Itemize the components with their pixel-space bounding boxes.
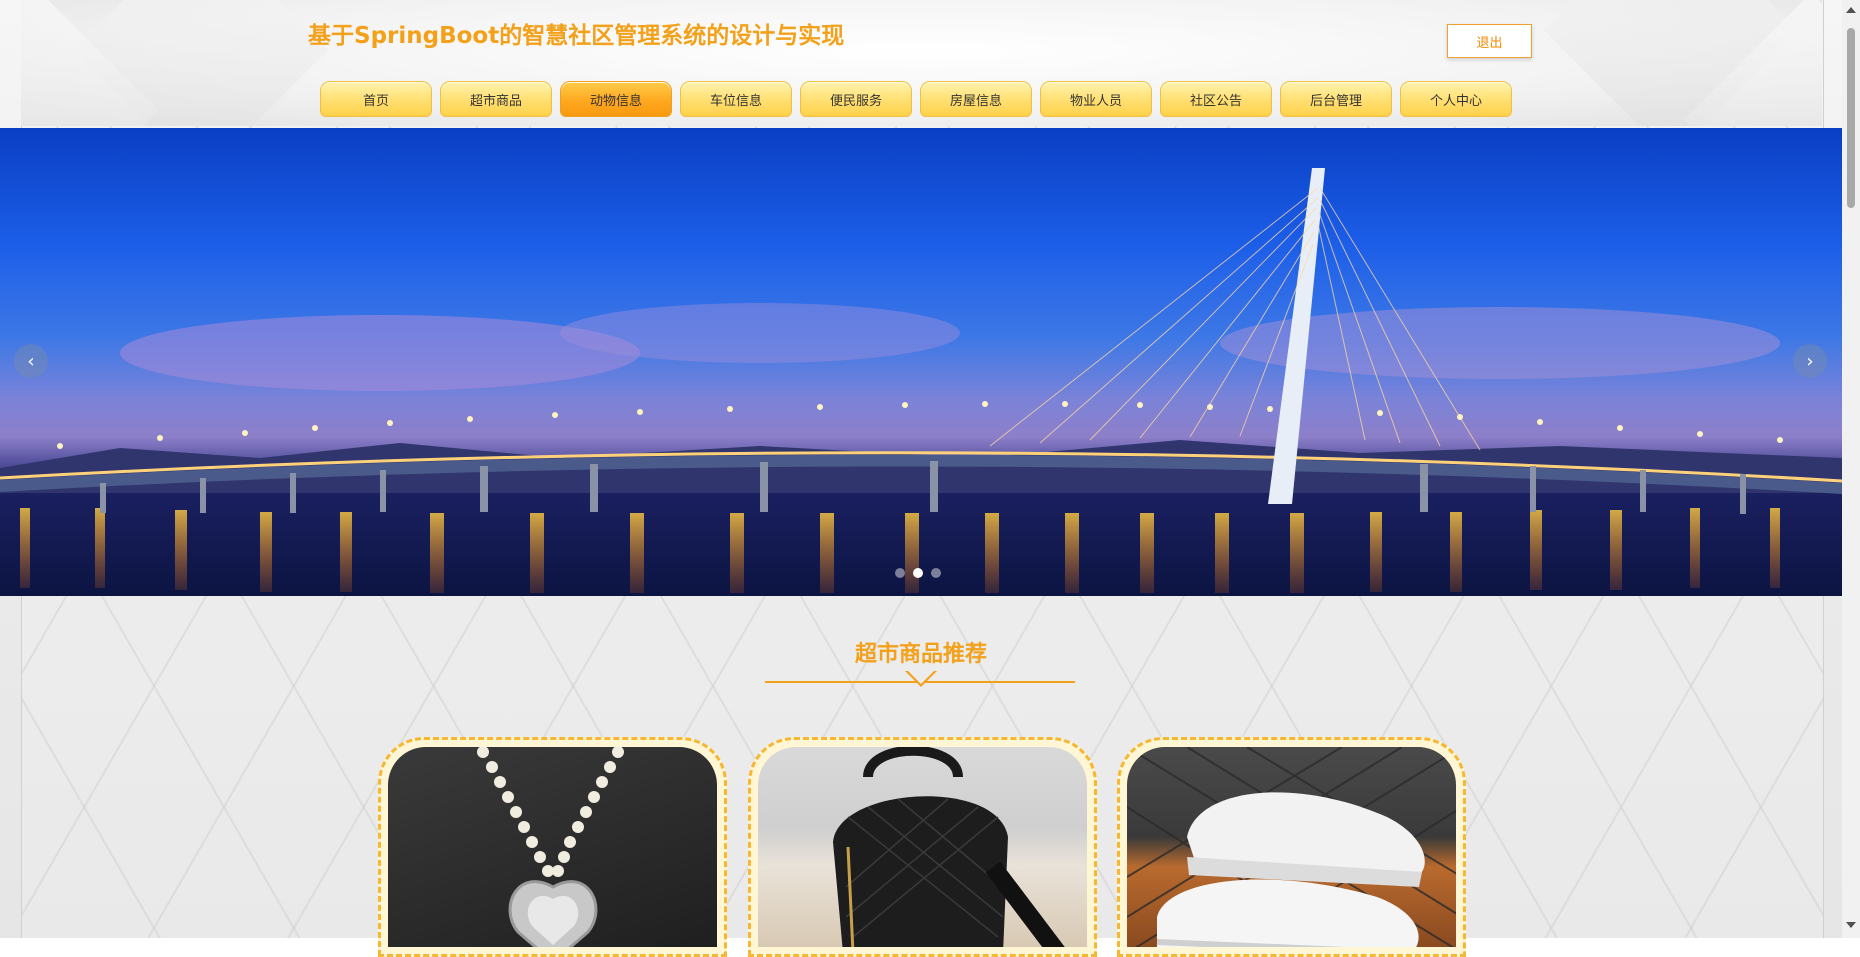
scroll-up-icon[interactable] bbox=[1846, 7, 1856, 13]
product-image bbox=[758, 747, 1087, 947]
carousel-dot[interactable] bbox=[931, 568, 941, 578]
nav-item-admin[interactable]: 后台管理 bbox=[1280, 81, 1392, 117]
carousel-next-icon[interactable]: › bbox=[1793, 344, 1827, 378]
main-nav: 首页 超市商品 动物信息 车位信息 便民服务 房屋信息 物业人员 社区公告 后台… bbox=[320, 81, 1512, 117]
nav-item-home[interactable]: 首页 bbox=[320, 81, 432, 117]
carousel-indicators bbox=[895, 568, 941, 578]
nav-item-supermarket[interactable]: 超市商品 bbox=[440, 81, 552, 117]
page-scrollbar[interactable] bbox=[1842, 0, 1860, 938]
chevron-down-icon bbox=[905, 671, 937, 687]
product-card[interactable] bbox=[1117, 737, 1466, 957]
nav-item-parking[interactable]: 车位信息 bbox=[680, 81, 792, 117]
nav-item-announcements[interactable]: 社区公告 bbox=[1160, 81, 1272, 117]
nav-item-animals[interactable]: 动物信息 bbox=[560, 81, 672, 117]
banner-image bbox=[0, 168, 1842, 596]
carousel-dot[interactable] bbox=[895, 568, 905, 578]
product-card[interactable] bbox=[378, 737, 727, 957]
carousel-prev-icon[interactable]: ‹ bbox=[14, 344, 48, 378]
scrollbar-thumb[interactable] bbox=[1847, 28, 1855, 208]
scroll-down-icon[interactable] bbox=[1846, 922, 1856, 928]
section-title: 超市商品推荐 bbox=[854, 642, 987, 667]
banner-carousel[interactable]: ‹ › bbox=[0, 128, 1842, 596]
nav-item-profile[interactable]: 个人中心 bbox=[1400, 81, 1512, 117]
nav-item-housing[interactable]: 房屋信息 bbox=[920, 81, 1032, 117]
site-title: 基于SpringBoot的智慧社区管理系统的设计与实现 bbox=[308, 23, 845, 49]
logout-button[interactable]: 退出 bbox=[1447, 24, 1532, 58]
product-card[interactable] bbox=[748, 737, 1097, 957]
product-image bbox=[1127, 747, 1456, 947]
product-image bbox=[388, 747, 717, 947]
carousel-dot-active[interactable] bbox=[913, 568, 923, 578]
nav-item-property-staff[interactable]: 物业人员 bbox=[1040, 81, 1152, 117]
nav-item-services[interactable]: 便民服务 bbox=[800, 81, 912, 117]
